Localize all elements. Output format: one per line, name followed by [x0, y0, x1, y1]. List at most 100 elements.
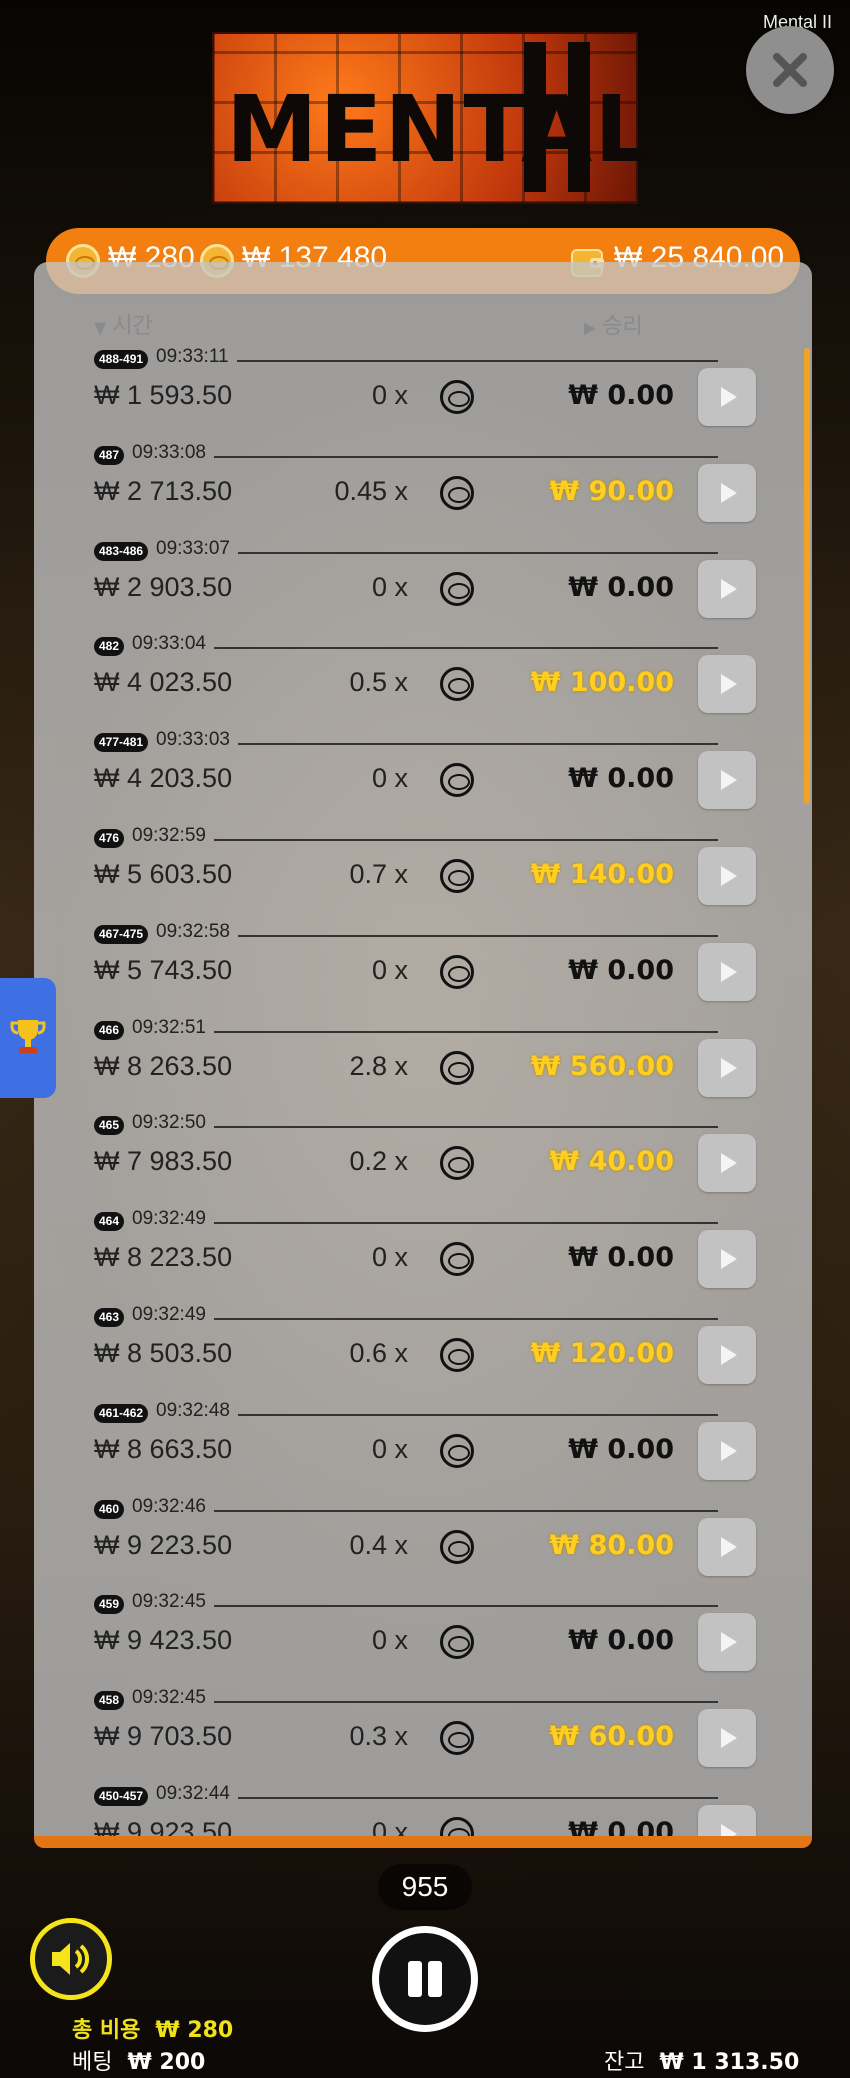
- round-multiplier: 0.2 x: [349, 1146, 408, 1177]
- history-row: 467-475 09:32:58 ₩ 5 743.50 0 x ₩ 0.00: [34, 921, 804, 1017]
- bet-label: 베팅: [72, 2050, 113, 2075]
- history-row: 459 09:32:45 ₩ 9 423.50 0 x ₩ 0.00: [34, 1591, 804, 1687]
- row-divider: [238, 1797, 718, 1799]
- round-time: 09:33:08: [132, 441, 206, 463]
- replay-button[interactable]: [698, 1613, 756, 1672]
- round-id-badge: 483-486: [94, 541, 149, 561]
- replay-button[interactable]: [698, 368, 756, 426]
- leaderboard-tab[interactable]: [0, 978, 56, 1098]
- replay-button[interactable]: [698, 1421, 756, 1480]
- round-balance: ₩ 9 923.50: [94, 1817, 233, 1838]
- replay-button[interactable]: [698, 1326, 756, 1384]
- round-multiplier: 0 x: [371, 1817, 408, 1838]
- round-id-badge: 487: [94, 445, 125, 465]
- coin-icon: [440, 859, 474, 893]
- round-multiplier: 0.5 x: [349, 667, 408, 698]
- round-time: 09:33:03: [156, 729, 230, 751]
- round-id-badge: 467-475: [94, 924, 149, 944]
- coin-icon: [440, 763, 474, 798]
- round-balance: ₩ 5 603.50: [94, 859, 233, 889]
- round-id-badge: 463: [94, 1308, 125, 1327]
- round-id-badge: 450-457: [94, 1787, 149, 1806]
- replay-button[interactable]: [698, 463, 756, 522]
- row-divider: [237, 360, 718, 362]
- round-id-badge: 461-462: [94, 1403, 149, 1423]
- round-multiplier: 0 x: [371, 1625, 408, 1656]
- close-button[interactable]: [746, 26, 834, 114]
- history-row: 460 09:32:46 ₩ 9 223.50 0.4 x ₩ 80.00: [34, 1496, 804, 1592]
- panel-bottom-edge: [34, 1836, 812, 1848]
- pause-icon: [408, 1961, 422, 1997]
- replay-button[interactable]: [698, 751, 756, 810]
- round-win: ₩ 0.00: [568, 954, 674, 986]
- replay-button[interactable]: [698, 655, 756, 714]
- row-divider: [238, 743, 718, 746]
- round-multiplier: 0 x: [371, 1433, 408, 1464]
- round-multiplier: 2.8 x: [349, 1050, 408, 1081]
- round-time: 09:32:48: [156, 1399, 230, 1421]
- round-balance: ₩ 8 663.50: [94, 1433, 233, 1464]
- round-balance: ₩ 8 503.50: [94, 1338, 233, 1368]
- column-header-win[interactable]: ▶ 승리: [584, 308, 643, 340]
- replay-button[interactable]: [698, 1709, 756, 1768]
- round-time: 09:32:59: [132, 825, 206, 846]
- balance: 잔고 ₩ 1 313.50: [604, 2044, 799, 2076]
- round-time: 09:32:45: [132, 1687, 206, 1709]
- round-multiplier: 0.45 x: [334, 475, 408, 506]
- round-time: 09:32:46: [132, 1495, 206, 1517]
- history-row: 465 09:32:50 ₩ 7 983.50 0.2 x ₩ 40.00: [34, 1112, 804, 1208]
- coin-icon: [440, 1721, 474, 1756]
- trophy-icon: [10, 1020, 46, 1053]
- row-divider: [238, 1413, 718, 1416]
- round-balance: ₩ 8 223.50: [94, 1242, 233, 1273]
- replay-button[interactable]: [698, 847, 756, 905]
- bet-amount: 베팅 ₩ 200: [72, 2044, 205, 2076]
- coin-icon: [440, 475, 474, 510]
- replay-button[interactable]: [698, 1517, 756, 1576]
- replay-button[interactable]: [698, 1134, 756, 1193]
- replay-button[interactable]: [698, 1230, 756, 1289]
- history-row: 483-486 09:33:07 ₩ 2 903.50 0 x ₩ 0.00: [34, 538, 804, 634]
- balance-label: 잔고: [604, 2050, 645, 2075]
- close-icon: [772, 52, 808, 88]
- replay-button[interactable]: [698, 942, 756, 1001]
- scrollbar[interactable]: [804, 348, 810, 804]
- history-row: 464 09:32:49 ₩ 8 223.50 0 x ₩ 0.00: [34, 1208, 804, 1304]
- row-divider: [214, 839, 718, 841]
- round-win: ₩ 0.00: [568, 1625, 674, 1657]
- round-balance: ₩ 4 023.50: [94, 667, 233, 698]
- history-panel[interactable]: ▼ 시간 ▶ 승리 488-491 09:33:11 ₩ 1 593.50 0 x ₩ 0.…: [34, 262, 812, 1838]
- row-divider: [214, 1318, 718, 1320]
- speaker-icon: [52, 1943, 89, 1975]
- round-time: 09:32:51: [132, 1016, 206, 1038]
- row-divider: [214, 1126, 718, 1129]
- round-win: ₩ 60.00: [549, 1721, 674, 1753]
- round-win: ₩ 40.00: [549, 1146, 674, 1178]
- round-balance: ₩ 5 743.50: [94, 954, 233, 985]
- round-multiplier: 0.4 x: [349, 1529, 408, 1560]
- coin-icon: [440, 1433, 474, 1468]
- replay-button[interactable]: [698, 1805, 756, 1838]
- round-time: 09:32:49: [132, 1208, 206, 1230]
- round-win: ₩ 0.00: [568, 1433, 674, 1465]
- total-cost-value: ₩ 280: [155, 2018, 234, 2043]
- round-win: ₩ 120.00: [530, 1338, 674, 1369]
- replay-button[interactable]: [698, 559, 756, 618]
- pause-button[interactable]: [372, 1926, 478, 2032]
- coin-icon: [440, 1050, 474, 1085]
- coin-icon: [440, 1817, 474, 1838]
- sound-toggle-button[interactable]: [30, 1918, 112, 2000]
- row-divider: [214, 1222, 718, 1225]
- column-header-time[interactable]: ▼ 시간: [94, 308, 153, 340]
- round-time: 09:32:45: [132, 1591, 206, 1613]
- replay-button[interactable]: [698, 1038, 756, 1097]
- history-row: 488-491 09:33:11 ₩ 1 593.50 0 x ₩ 0.00: [34, 346, 804, 442]
- round-win: ₩ 140.00: [530, 859, 674, 890]
- round-id-badge: 466: [94, 1020, 125, 1040]
- round-multiplier: 0.7 x: [349, 859, 408, 889]
- row-divider: [214, 455, 718, 458]
- round-balance: ₩ 1 593.50: [94, 380, 233, 410]
- round-balance: ₩ 7 983.50: [94, 1146, 233, 1177]
- round-balance: ₩ 9 703.50: [94, 1721, 233, 1752]
- coin-icon: [440, 1338, 474, 1372]
